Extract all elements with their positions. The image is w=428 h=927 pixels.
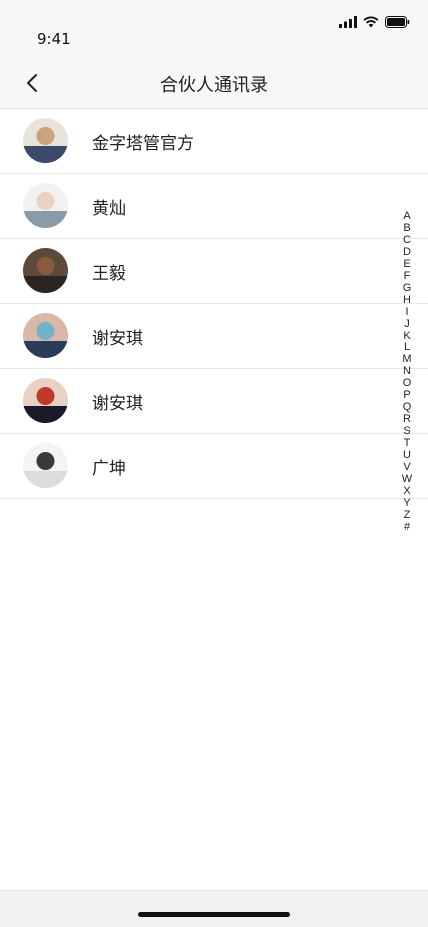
index-letter[interactable]: # (404, 521, 410, 534)
contact-name: 黄灿 (92, 199, 126, 219)
status-bar: 9:41 (0, 0, 428, 58)
wifi-icon (363, 16, 379, 28)
index-letter[interactable]: E (403, 258, 410, 271)
avatar (23, 118, 68, 163)
home-indicator[interactable] (138, 912, 290, 917)
contact-name: 谢安琪 (92, 329, 143, 349)
battery-icon (385, 16, 410, 28)
index-letter[interactable]: Z (404, 509, 411, 522)
contact-name: 广坤 (92, 459, 126, 479)
avatar (23, 248, 68, 293)
avatar (23, 183, 68, 228)
index-letter[interactable]: F (404, 270, 411, 283)
contact-row[interactable]: 金字塔管官方 (0, 109, 428, 174)
status-time: 9:41 (37, 30, 71, 48)
index-letter[interactable]: J (404, 318, 410, 331)
contact-row[interactable]: 谢安琪 (0, 369, 428, 434)
avatar (23, 378, 68, 423)
contact-row[interactable]: 谢安琪 (0, 304, 428, 369)
index-letter[interactable]: H (403, 294, 411, 307)
contact-name: 王毅 (92, 264, 126, 284)
contact-name: 金字塔管官方 (92, 134, 194, 154)
index-letter[interactable]: I (405, 306, 408, 319)
contact-row[interactable]: 广坤 (0, 434, 428, 499)
home-indicator-area (0, 890, 428, 927)
avatar (23, 443, 68, 488)
contact-row[interactable]: 王毅 (0, 239, 428, 304)
alphabet-index: A B C D E F G H I J K L M N O P Q R S T U V W X Y Z # (401, 210, 413, 534)
page-title: 合伙人通讯录 (160, 75, 268, 96)
contact-list: 金字塔管官方 黄灿 王毅 谢安琪 谢安琪 广坤 (0, 109, 428, 499)
signal-icon (339, 16, 357, 28)
status-icons (339, 15, 410, 29)
index-letter[interactable]: G (403, 282, 412, 295)
contact-name: 谢安琪 (92, 394, 143, 414)
contact-row[interactable]: 黄灿 (0, 174, 428, 239)
avatar (23, 313, 68, 358)
navigation-bar: 合伙人通讯录 (0, 58, 428, 109)
